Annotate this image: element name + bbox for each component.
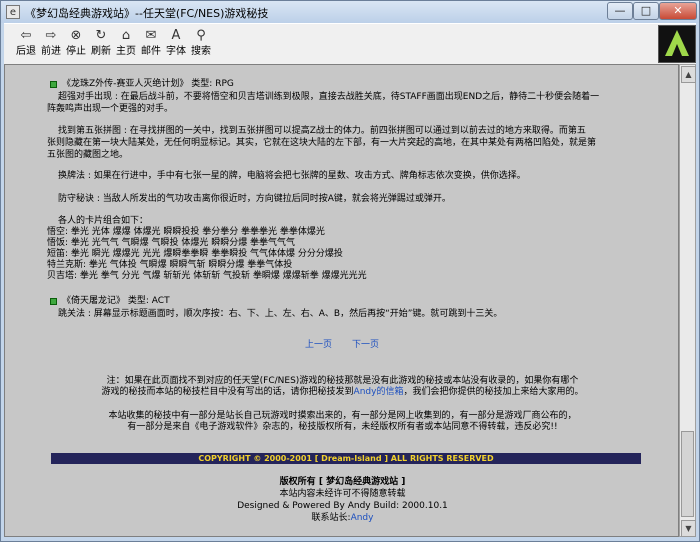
rights-line: 版权所有 [ 梦幻岛经典游戏站 ] — [5, 477, 678, 488]
designed-by: Designed & Powered By Andy Build: 2000.1… — [237, 501, 448, 511]
font-icon: A — [171, 28, 181, 43]
article1-type: 类型: RPG — [191, 79, 234, 89]
note-line4: 有一部分是来自《电子游戏软件》杂志的，秘技版权所有，未经版权所有者或本站同意不得… — [127, 422, 558, 432]
brand-logo — [658, 25, 696, 63]
combo-line: 悟饭: 拳光 光气气 气瞬爆 气瞬投 体爆光 瞬瞬分爆 拳拳气气气 — [47, 238, 296, 248]
page-icon: e — [6, 5, 20, 19]
note-line3: 本站收集的秘技中有一部分是站长自己玩游戏时摸索出来的，有一部分是网上收集到的，有… — [108, 411, 577, 421]
article1-p1-line1: 超强对手出现 : 在最后战斗前，不要将悟空和贝吉塔训练到极限，直接去战胜关底，待… — [58, 92, 600, 102]
scroll-up-arrow-icon[interactable]: ▲ — [681, 66, 696, 83]
mail-icon: ✉ — [145, 28, 157, 43]
article2-heading: 《倚天屠龙记》 类型: ACT — [62, 296, 170, 307]
andy-email-link[interactable]: Andy的信箱 — [354, 387, 404, 397]
home-icon: ⌂ — [121, 28, 131, 43]
bullet-square-icon — [50, 81, 57, 88]
toolbar: ⇦ 后退 ⇨ 前进 ⊗ 停止 ↻ 刷新 ⌂ 主页 ✉ 邮件 A 字体 ⚲ 搜索 — [4, 23, 696, 65]
combo-line: 悟空: 拳光 光体 爆爆 体爆光 瞬瞬投投 拳分拳分 拳拳拳光 拳拳体爆光 — [47, 227, 325, 237]
contact-andy-link[interactable]: Andy — [351, 513, 374, 523]
search-button[interactable]: ⚲ 搜索 — [189, 26, 213, 62]
combo-intro: 各人的卡片组合如下： — [58, 216, 149, 226]
article1-p2-line2: 张则隐藏在第一块大陆某处，无任何明显标记。其实，它就在这块大陆的左下部，有一大片… — [47, 138, 597, 148]
close-button[interactable]: ✕ — [659, 2, 697, 20]
article1-p3: 换牌法 : 如果在行进中，手中有七张一星的牌，电脑将会把七张牌的星数、攻击方式、… — [58, 171, 526, 181]
refresh-icon: ↻ — [95, 28, 107, 43]
search-icon: ⚲ — [196, 28, 206, 43]
prev-page-link[interactable]: 上一页 — [305, 337, 332, 350]
article1-title: 《龙珠Z外传-赛亚人灭绝计划》 — [62, 79, 189, 89]
article1-p2-line1: 找到第五张拼图 : 在寻找拼图的一关中，找到五张拼图可以提高Z战士的体力。前四张… — [58, 126, 586, 136]
logo-triangle-inner — [672, 44, 682, 56]
article2-p1: 跳关法 : 屏幕显示标题画面时，顺次序按：右、下、上、左、右、A、B，然后再按“… — [58, 309, 503, 319]
maximize-button[interactable]: □ — [633, 2, 659, 20]
minimize-button[interactable]: — — [607, 2, 633, 20]
window-title: 《梦幻岛经典游戏站》--任天堂(FC/NES)游戏秘技 — [25, 7, 269, 20]
title-bar[interactable]: e 《梦幻岛经典游戏站》--任天堂(FC/NES)游戏秘技 — □ ✕ — [1, 1, 699, 23]
combo-line: 贝吉塔: 拳光 拳气 分光 气爆 斩斩光 体斩斩 气投斩 拳瞬爆 爆爆斩拳 爆爆… — [47, 271, 367, 281]
article2-title: 《倚天屠龙记》 — [62, 296, 126, 306]
note-line2-a: 游戏的秘技而本站的秘技栏目中没有写出的话，请你把秘技发到 — [101, 387, 354, 397]
vertical-scrollbar[interactable]: ▲ ▼ — [679, 64, 696, 537]
article1-p2-line3: 五张图的藏图之地。 — [47, 150, 129, 160]
back-arrow-icon: ⇦ — [20, 28, 32, 43]
rights-label: 版权所有 — [279, 477, 316, 487]
browser-window: e 《梦幻岛经典游戏站》--任天堂(FC/NES)游戏秘技 — □ ✕ ⇦ 后退… — [0, 0, 700, 542]
contact-line: 联系站长:Andy — [5, 513, 678, 524]
note-line2-b: ，我们会把你提供的秘技加上来给大家用的。 — [403, 387, 584, 397]
combo-line: 短笛: 拳光 瞬光 爆爆光 光光 爆瞬拳拳瞬 拳拳瞬投 气气体体爆 分分分爆投 — [47, 249, 343, 259]
scrollbar-thumb[interactable] — [681, 431, 694, 517]
reprint-notice: 本站内容未经许可不得随意转载 — [279, 489, 406, 499]
note-line1: 注：如果在此页面找不到对应的任天堂(FC/NES)游戏的秘技那就是没有此游戏的秘… — [106, 376, 579, 386]
stop-icon: ⊗ — [70, 28, 82, 43]
page-content: 《龙珠Z外传-赛亚人灭绝计划》 类型: RPG 超强对手出现 : 在最后战斗前，… — [4, 64, 679, 537]
search-label: 搜索 — [191, 46, 211, 57]
scroll-down-arrow-icon[interactable]: ▼ — [681, 520, 696, 537]
bullet-square-icon — [50, 298, 57, 305]
article1-p4: 防守秘诀 : 当敌人所发出的气功攻击离你很近时，方向键拉后同时按A键，就会将光弹… — [58, 194, 451, 204]
site-name: [ 梦幻岛经典游戏站 ] — [318, 477, 406, 487]
forward-arrow-icon: ⇨ — [45, 28, 57, 43]
article2-type: 类型: ACT — [127, 296, 170, 306]
combo-line: 特兰克斯: 拳光 气体投 气瞬爆 瞬瞬气斩 瞬瞬分爆 拳拳气体投 — [47, 260, 293, 270]
contact-label: 联系站长: — [311, 513, 351, 523]
copyright-bar: COPYRIGHT © 2000-2001 [ Dream-Island ] A… — [51, 453, 641, 464]
note-line2: 游戏的秘技而本站的秘技栏目中没有写出的话，请你把秘技发到Andy的信箱，我们会把… — [5, 387, 678, 398]
article1-heading: 《龙珠Z外传-赛亚人灭绝计划》 类型: RPG — [62, 79, 234, 90]
article1-p1-line2: 阵轰鸣声出现一个更强的对手。 — [47, 104, 174, 114]
next-page-link[interactable]: 下一页 — [352, 337, 379, 350]
